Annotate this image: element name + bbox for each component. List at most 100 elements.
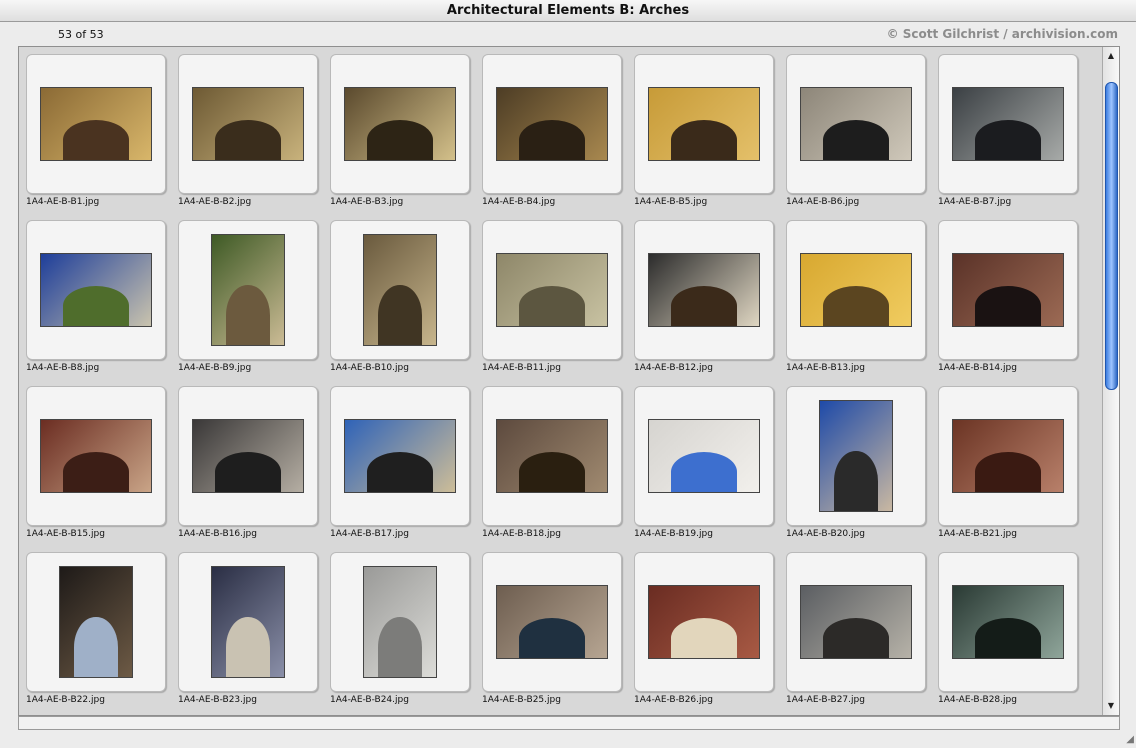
thumbnail-item[interactable]: 1A4-AE-B-B5.jpg: [634, 54, 774, 214]
thumbnail-item[interactable]: 1A4-AE-B-B22.jpg: [26, 552, 166, 712]
thumbnail-image[interactable]: [800, 253, 912, 327]
slide-frame[interactable]: [330, 54, 470, 194]
slide-frame[interactable]: [938, 552, 1078, 692]
thumbnail-image[interactable]: [800, 585, 912, 659]
slide-frame[interactable]: [634, 220, 774, 360]
slide-frame[interactable]: [634, 54, 774, 194]
thumbnail-item[interactable]: 1A4-AE-B-B3.jpg: [330, 54, 470, 214]
slide-frame[interactable]: [330, 220, 470, 360]
thumbnail-image[interactable]: [363, 234, 437, 346]
slide-frame[interactable]: [178, 552, 318, 692]
file-name-label: 1A4-AE-B-B20.jpg: [786, 529, 865, 539]
slide-frame[interactable]: [938, 386, 1078, 526]
thumbnail-item[interactable]: 1A4-AE-B-B18.jpg: [482, 386, 622, 546]
thumbnail-image[interactable]: [40, 253, 152, 327]
thumbnail-item[interactable]: 1A4-AE-B-B15.jpg: [26, 386, 166, 546]
thumbnail-item[interactable]: 1A4-AE-B-B16.jpg: [178, 386, 318, 546]
thumbnail-item[interactable]: 1A4-AE-B-B25.jpg: [482, 552, 622, 712]
slide-frame[interactable]: [786, 54, 926, 194]
thumbnail-image[interactable]: [952, 419, 1064, 493]
thumbnail-item[interactable]: 1A4-AE-B-B2.jpg: [178, 54, 318, 214]
thumbnail-item[interactable]: 1A4-AE-B-B27.jpg: [786, 552, 926, 712]
slide-frame[interactable]: [634, 552, 774, 692]
thumbnail-image[interactable]: [211, 566, 285, 678]
thumbnail-image[interactable]: [40, 87, 152, 161]
file-name-label: 1A4-AE-B-B23.jpg: [178, 695, 257, 705]
slide-frame[interactable]: [178, 386, 318, 526]
arch-shape-icon: [519, 452, 585, 492]
thumbnail-image[interactable]: [344, 419, 456, 493]
slide-frame[interactable]: [482, 386, 622, 526]
thumbnail-image[interactable]: [192, 419, 304, 493]
thumbnail-image[interactable]: [648, 419, 760, 493]
slide-frame[interactable]: [634, 386, 774, 526]
thumbnail-item[interactable]: 1A4-AE-B-B13.jpg: [786, 220, 926, 380]
thumbnail-item[interactable]: 1A4-AE-B-B21.jpg: [938, 386, 1078, 546]
thumbnail-item[interactable]: 1A4-AE-B-B7.jpg: [938, 54, 1078, 214]
slide-frame[interactable]: [482, 552, 622, 692]
slide-frame[interactable]: [786, 220, 926, 360]
slide-frame[interactable]: [178, 54, 318, 194]
thumbnail-item[interactable]: 1A4-AE-B-B28.jpg: [938, 552, 1078, 712]
slide-frame[interactable]: [938, 54, 1078, 194]
thumbnail-image[interactable]: [496, 253, 608, 327]
thumbnail-image[interactable]: [496, 87, 608, 161]
file-name-label: 1A4-AE-B-B16.jpg: [178, 529, 257, 539]
thumbnail-image[interactable]: [211, 234, 285, 346]
slide-frame[interactable]: [482, 54, 622, 194]
slide-frame[interactable]: [26, 220, 166, 360]
slide-frame[interactable]: [786, 552, 926, 692]
slide-frame[interactable]: [178, 220, 318, 360]
thumbnail-image[interactable]: [648, 253, 760, 327]
thumbnail-image[interactable]: [496, 419, 608, 493]
scroll-thumb[interactable]: [1105, 82, 1118, 390]
arch-shape-icon: [367, 120, 433, 160]
slide-frame[interactable]: [26, 54, 166, 194]
thumbnail-image[interactable]: [648, 585, 760, 659]
slide-frame[interactable]: [26, 552, 166, 692]
thumbnail-image[interactable]: [952, 87, 1064, 161]
thumbnail-image[interactable]: [363, 566, 437, 678]
thumbnail-item[interactable]: 1A4-AE-B-B11.jpg: [482, 220, 622, 380]
thumbnail-item[interactable]: 1A4-AE-B-B14.jpg: [938, 220, 1078, 380]
arch-shape-icon: [519, 286, 585, 326]
scroll-up-button[interactable]: ▲: [1104, 49, 1118, 63]
thumbnail-image[interactable]: [59, 566, 133, 678]
slide-frame[interactable]: [26, 386, 166, 526]
thumbnail-item[interactable]: 1A4-AE-B-B24.jpg: [330, 552, 470, 712]
thumbnail-item[interactable]: 1A4-AE-B-B26.jpg: [634, 552, 774, 712]
slide-frame[interactable]: [330, 552, 470, 692]
thumbnail-item[interactable]: 1A4-AE-B-B23.jpg: [178, 552, 318, 712]
resize-grip-icon[interactable]: ◢: [1122, 734, 1134, 746]
thumbnail-item[interactable]: 1A4-AE-B-B17.jpg: [330, 386, 470, 546]
item-counter: 53 of 53: [58, 28, 104, 41]
thumbnail-item[interactable]: 1A4-AE-B-B19.jpg: [634, 386, 774, 546]
file-name-label: 1A4-AE-B-B6.jpg: [786, 197, 860, 207]
file-name-label: 1A4-AE-B-B24.jpg: [330, 695, 409, 705]
slide-frame[interactable]: [786, 386, 926, 526]
vertical-scrollbar[interactable]: ▲ ▼: [1102, 47, 1119, 715]
slide-frame[interactable]: [330, 386, 470, 526]
thumbnail-item[interactable]: 1A4-AE-B-B10.jpg: [330, 220, 470, 380]
thumbnail-item[interactable]: 1A4-AE-B-B6.jpg: [786, 54, 926, 214]
thumbnail-item[interactable]: 1A4-AE-B-B8.jpg: [26, 220, 166, 380]
scroll-down-button[interactable]: ▼: [1104, 699, 1118, 713]
thumbnail-image[interactable]: [40, 419, 152, 493]
thumbnail-image[interactable]: [192, 87, 304, 161]
file-name-label: 1A4-AE-B-B9.jpg: [178, 363, 252, 373]
thumbnail-image[interactable]: [496, 585, 608, 659]
arch-shape-icon: [215, 452, 281, 492]
thumbnail-item[interactable]: 1A4-AE-B-B9.jpg: [178, 220, 318, 380]
thumbnail-image[interactable]: [952, 585, 1064, 659]
slide-frame[interactable]: [938, 220, 1078, 360]
thumbnail-image[interactable]: [648, 87, 760, 161]
thumbnail-image[interactable]: [800, 87, 912, 161]
thumbnail-item[interactable]: 1A4-AE-B-B12.jpg: [634, 220, 774, 380]
slide-frame[interactable]: [482, 220, 622, 360]
thumbnail-image[interactable]: [819, 400, 893, 512]
thumbnail-item[interactable]: 1A4-AE-B-B4.jpg: [482, 54, 622, 214]
thumbnail-item[interactable]: 1A4-AE-B-B20.jpg: [786, 386, 926, 546]
thumbnail-item[interactable]: 1A4-AE-B-B1.jpg: [26, 54, 166, 214]
thumbnail-image[interactable]: [344, 87, 456, 161]
thumbnail-image[interactable]: [952, 253, 1064, 327]
